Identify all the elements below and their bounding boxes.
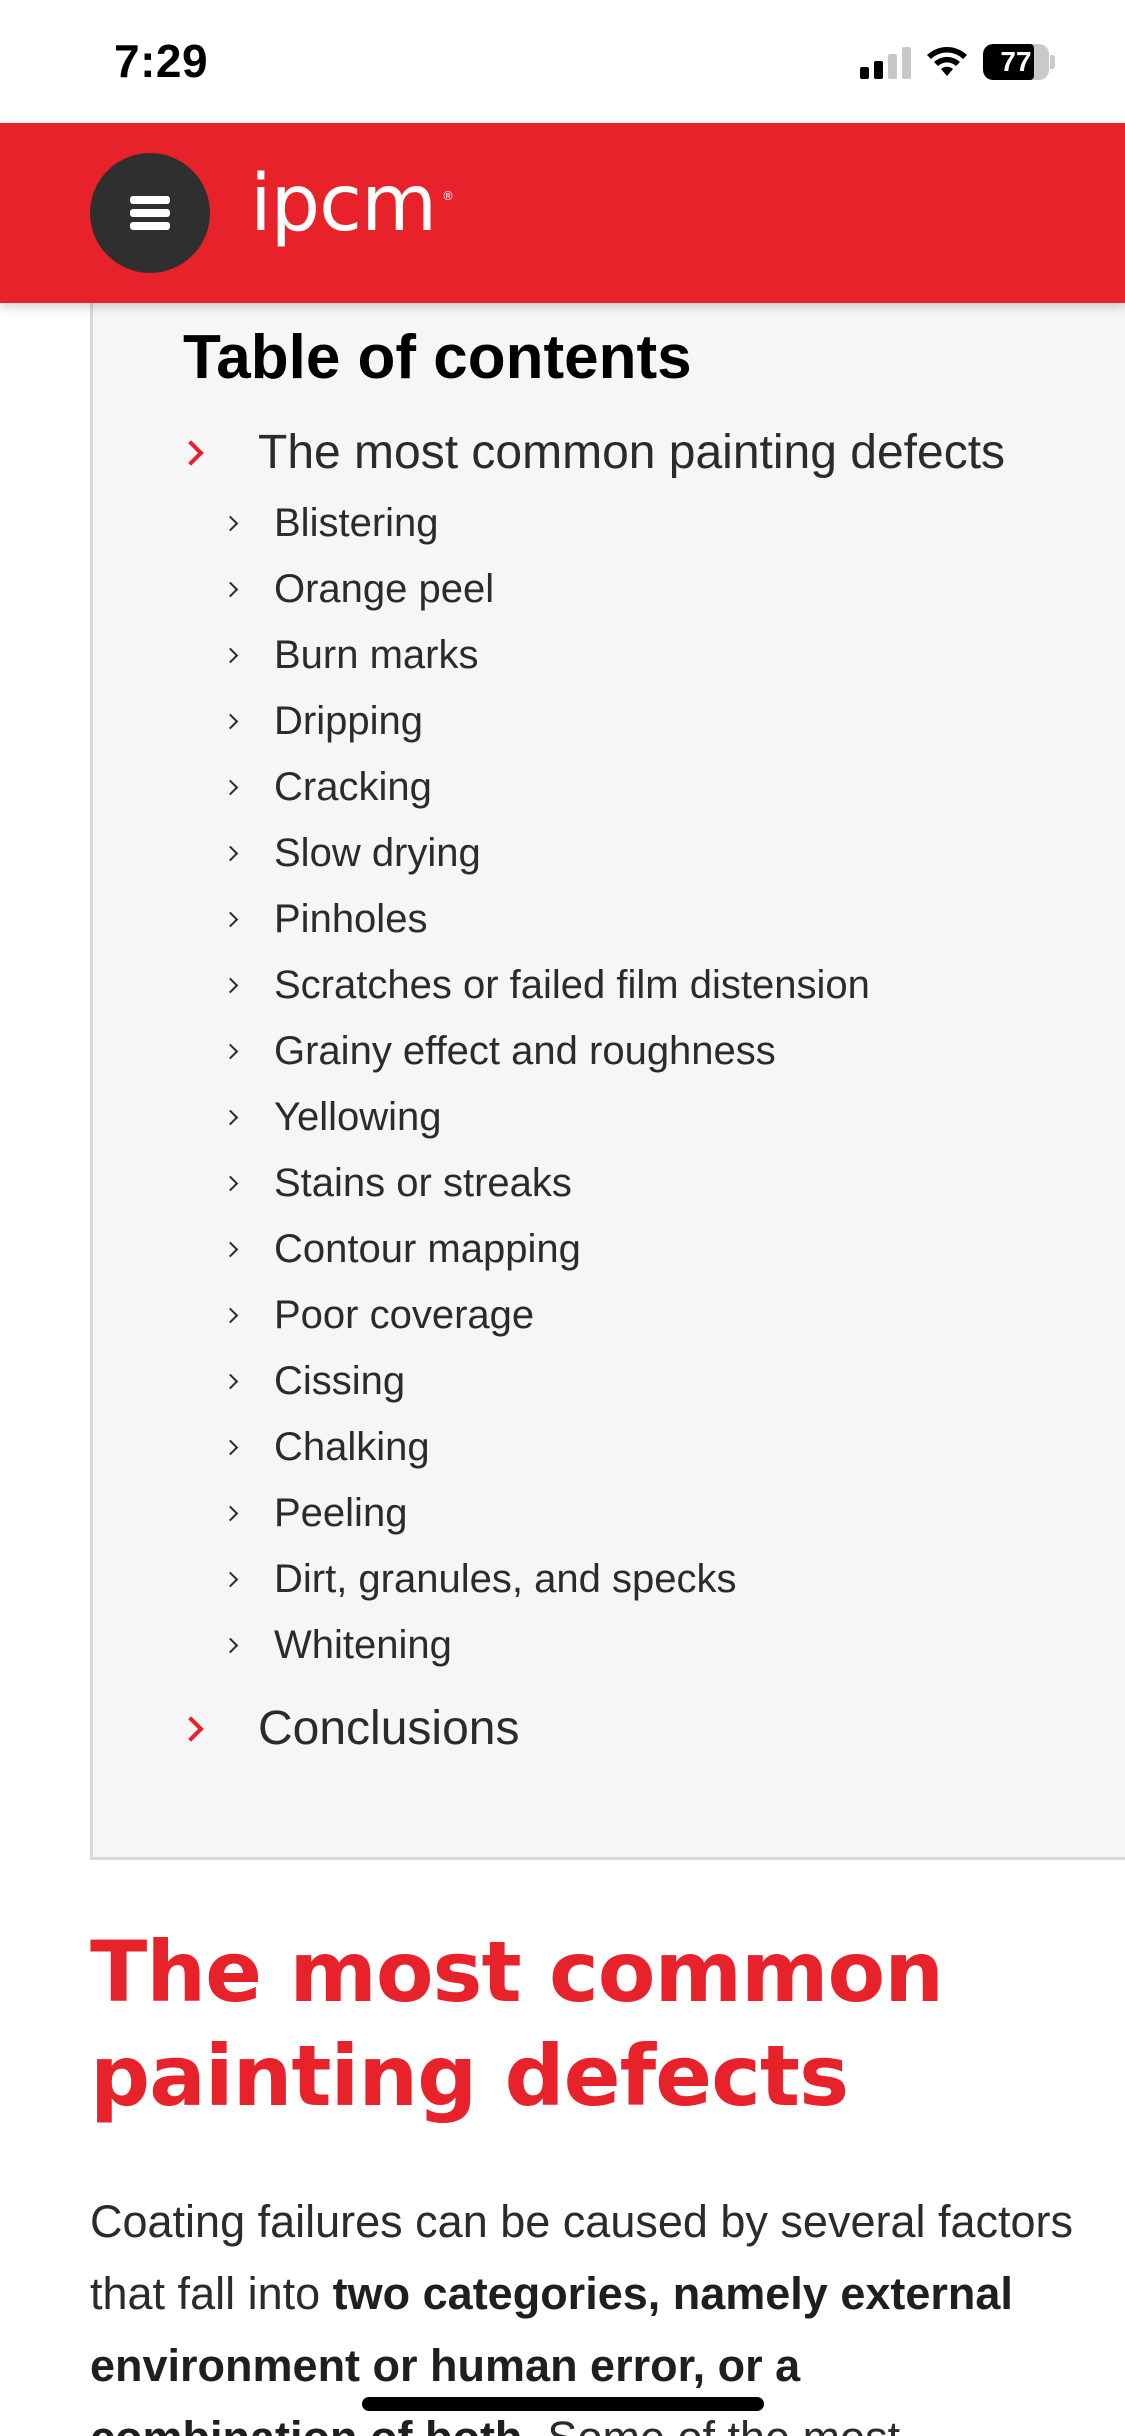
toc-item[interactable]: Orange peel [222,567,495,612]
chevron-right-icon [222,1373,239,1390]
hamburger-menu-icon [130,196,170,230]
chevron-right-icon [222,977,239,994]
toc-item-label: Slow drying [274,831,481,875]
section-heading: The most common painting defects [90,1923,944,2125]
toc-item[interactable]: Dripping [222,699,423,744]
site-header: ipcm ® [0,123,1125,303]
intro-text-continued: . Some of the most [522,2412,900,2436]
logo-registered-mark: ® [442,189,454,203]
toc-item[interactable]: Yellowing [222,1095,442,1140]
chevron-right-icon [222,515,239,532]
status-time: 7:29 [114,35,209,87]
toc-section-label: The most common painting defects [258,426,1006,479]
toc-item[interactable]: Contour mapping [222,1227,581,1272]
toc-item-label: Chalking [274,1425,430,1469]
chevron-right-icon [222,911,239,928]
toc-item-label: Scratches or failed film distension [274,963,870,1007]
battery-level: 77 [1000,46,1032,77]
toc-item-label: Pinholes [274,897,428,941]
toc-title: Table of contents [183,323,692,392]
chevron-right-icon [222,1637,239,1654]
toc-conclusions-link[interactable]: Conclusions [178,1701,520,1756]
toc-item[interactable]: Blistering [222,501,439,546]
chevron-right-icon [178,1715,204,1742]
toc-item-label: Whitening [274,1623,452,1667]
toc-item[interactable]: Chalking [222,1425,430,1470]
toc-item-label: Burn marks [274,633,479,677]
toc-item-label: Grainy effect and roughness [274,1029,776,1073]
chevron-right-icon [222,1109,239,1126]
toc-conclusions-label: Conclusions [258,1702,520,1755]
toc-item[interactable]: Peeling [222,1491,408,1536]
toc-item-label: Orange peel [274,567,495,611]
toc-item[interactable]: Cissing [222,1359,406,1404]
chevron-right-icon [222,647,239,664]
chevron-right-icon [222,845,239,862]
toc-item-label: Yellowing [274,1095,442,1139]
site-logo[interactable]: ipcm [250,165,437,243]
toc-item-label: Poor coverage [274,1293,535,1337]
chevron-right-icon [222,713,239,730]
toc-item-label: Dripping [274,699,423,743]
toc-item-label: Blistering [274,501,439,545]
chevron-right-icon [222,1043,239,1060]
toc-item-label: Cissing [274,1359,406,1403]
toc-item[interactable]: Scratches or failed film distension [222,963,870,1008]
toc-item[interactable]: Slow drying [222,831,481,876]
chevron-right-icon [222,1175,239,1192]
chevron-right-icon [222,581,239,598]
cellular-signal-icon [860,45,911,79]
toc-item-label: Peeling [274,1491,408,1535]
toc-item[interactable]: Whitening [222,1623,452,1668]
status-icons: 77 [860,42,1055,82]
toc-item[interactable]: Pinholes [222,897,428,942]
toc-item[interactable]: Cracking [222,765,432,810]
menu-button[interactable] [90,153,210,273]
battery-icon: 77 [983,44,1055,80]
wifi-icon [927,47,967,76]
toc-item[interactable]: Stains or streaks [222,1161,572,1206]
toc-item-label: Stains or streaks [274,1161,572,1205]
chevron-right-icon [222,1439,239,1456]
toc-item-label: Dirt, granules, and specks [274,1557,737,1601]
chevron-right-icon [178,439,204,466]
home-indicator [362,2397,764,2411]
toc-item-label: Contour mapping [274,1227,581,1271]
status-bar: 7:29 77 [0,0,1125,123]
chevron-right-icon [222,779,239,796]
chevron-right-icon [222,1241,239,1258]
chevron-right-icon [222,1307,239,1324]
toc-item-label: Cracking [274,765,432,809]
chevron-right-icon [222,1505,239,1522]
toc-item[interactable]: Poor coverage [222,1293,535,1338]
toc-item[interactable]: Grainy effect and roughness [222,1029,776,1074]
toc-section-link[interactable]: The most common painting defects [178,425,1006,480]
chevron-right-icon [222,1571,239,1588]
toc-item[interactable]: Burn marks [222,633,479,678]
toc-item[interactable]: Dirt, granules, and specks [222,1557,737,1602]
